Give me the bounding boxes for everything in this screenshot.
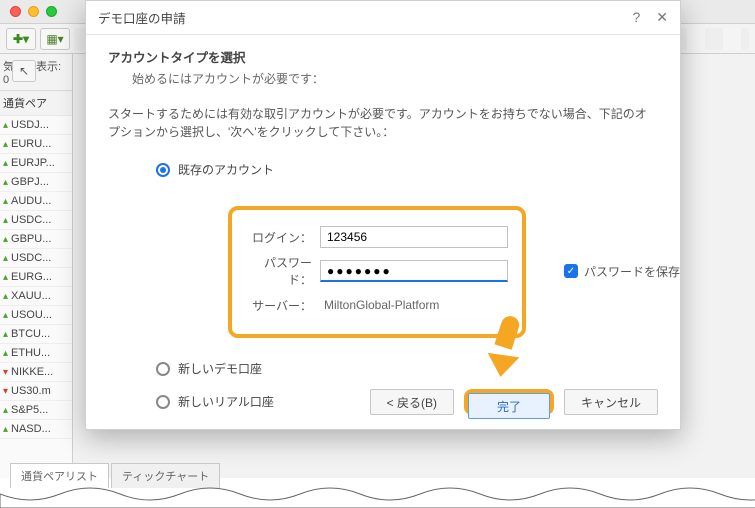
- symbol-row[interactable]: ▴GBPJ...: [0, 173, 72, 192]
- radio-new-demo-label: 新しいデモ口座: [178, 360, 262, 377]
- pair-column-header: 通貨ペア: [0, 91, 72, 116]
- price-direction-icon: ▴: [3, 215, 8, 226]
- price-direction-icon: ▴: [3, 310, 8, 321]
- symbol-name: ETHU...: [11, 347, 50, 359]
- section-subtitle: 始めるにはアカウントが必要です：: [132, 70, 658, 87]
- symbol-row[interactable]: ▴USOU...: [0, 306, 72, 325]
- symbol-name: GBPU...: [11, 233, 51, 245]
- cursor-tool-button[interactable]: ↖: [12, 60, 36, 82]
- symbol-row[interactable]: ▴ETHU...: [0, 344, 72, 363]
- symbol-name: EURJP...: [11, 157, 55, 169]
- tab-pair-list[interactable]: 通貨ペアリスト: [10, 463, 109, 488]
- symbol-name: NIKKE...: [11, 366, 53, 378]
- symbol-row[interactable]: ▴EURG...: [0, 268, 72, 287]
- password-label: パスワード：: [246, 254, 320, 288]
- symbol-row[interactable]: ▴NASD...: [0, 420, 72, 439]
- symbol-name: S&P5...: [11, 404, 48, 416]
- toolbar-button[interactable]: ▦▾: [40, 28, 70, 50]
- symbol-name: NASD...: [11, 423, 51, 435]
- radio-new-real-label: 新しいリアル口座: [178, 393, 274, 410]
- intro-text: スタートするためには有効な取引アカウントが必要です。アカウントをお持ちでない場合…: [108, 105, 658, 141]
- symbol-row[interactable]: ▾US30.m: [0, 382, 72, 401]
- price-direction-icon: ▴: [3, 329, 8, 340]
- symbol-name: US30.m: [11, 385, 51, 397]
- symbol-row[interactable]: ▴XAUU...: [0, 287, 72, 306]
- symbol-name: XAUU...: [11, 290, 51, 302]
- symbol-name: EURG...: [11, 271, 52, 283]
- price-direction-icon: ▴: [3, 272, 8, 283]
- price-direction-icon: ▴: [3, 291, 8, 302]
- price-direction-icon: ▴: [3, 158, 8, 169]
- symbol-row[interactable]: ▴BTCU...: [0, 325, 72, 344]
- traffic-lights: [10, 6, 57, 17]
- symbol-name: EURU...: [11, 138, 51, 150]
- finish-button[interactable]: 完了: [468, 393, 550, 419]
- page-cut-decoration: [0, 486, 755, 508]
- price-direction-icon: ▴: [3, 348, 8, 359]
- arrow-pointer-icon: [480, 315, 520, 377]
- symbol-row[interactable]: ▴EURU...: [0, 135, 72, 154]
- back-button[interactable]: < 戻る(B): [370, 389, 454, 415]
- symbol-row[interactable]: ▴AUDU...: [0, 192, 72, 211]
- radio-existing-account[interactable]: 既存のアカウント: [156, 161, 658, 178]
- radio-existing-label: 既存のアカウント: [178, 161, 274, 178]
- price-direction-icon: ▴: [3, 424, 8, 435]
- toolbar-more-2: [669, 28, 749, 50]
- help-icon[interactable]: ?: [632, 9, 640, 26]
- symbol-row[interactable]: ▴USDJ...: [0, 116, 72, 135]
- demo-account-dialog: デモ口座の申請 ? ✕ アカウントタイプを選択 始めるにはアカウントが必要です：…: [85, 0, 681, 430]
- symbol-row[interactable]: ▾NIKKE...: [0, 363, 72, 382]
- symbol-row[interactable]: ▴USDC...: [0, 249, 72, 268]
- price-direction-icon: ▴: [3, 120, 8, 131]
- cancel-button[interactable]: キャンセル: [564, 389, 658, 415]
- close-window-icon[interactable]: [10, 6, 21, 17]
- price-direction-icon: ▴: [3, 234, 8, 245]
- symbol-name: GBPJ...: [11, 176, 49, 188]
- price-direction-icon: ▴: [3, 177, 8, 188]
- save-password-label: パスワードを保存: [584, 263, 680, 280]
- price-direction-icon: ▴: [3, 196, 8, 207]
- market-watch-tabs: 通貨ペアリスト ティックチャート: [10, 463, 220, 488]
- close-icon[interactable]: ✕: [656, 9, 668, 26]
- symbol-name: AUDU...: [11, 195, 51, 207]
- price-direction-icon: ▴: [3, 139, 8, 150]
- login-input[interactable]: [320, 226, 508, 248]
- server-value: MiltonGlobal-Platform: [320, 294, 508, 316]
- dialog-footer: < 戻る(B) 完了 キャンセル: [370, 389, 658, 415]
- tab-tick-chart[interactable]: ティックチャート: [111, 463, 220, 488]
- radio-new-demo[interactable]: 新しいデモ口座: [156, 360, 658, 377]
- symbol-row[interactable]: ▴USDC...: [0, 211, 72, 230]
- symbol-name: USDC...: [11, 252, 51, 264]
- finish-button-highlight: 完了: [464, 389, 554, 415]
- symbol-row[interactable]: ▴S&P5...: [0, 401, 72, 420]
- price-direction-icon: ▴: [3, 405, 8, 416]
- dialog-titlebar: デモ口座の申請 ? ✕: [86, 1, 680, 35]
- price-direction-icon: ▴: [3, 253, 8, 264]
- symbol-name: USDJ...: [11, 119, 49, 131]
- save-password-checkbox[interactable]: ✓: [564, 264, 578, 278]
- price-direction-icon: ▾: [3, 367, 8, 378]
- symbol-name: USOU...: [11, 309, 52, 321]
- symbol-row[interactable]: ▴GBPU...: [0, 230, 72, 249]
- server-label: サーバー：: [246, 297, 320, 314]
- zoom-window-icon[interactable]: [46, 6, 57, 17]
- market-watch-panel: 気配値表示: 0 通貨ペア ▴USDJ...▴EURU...▴EURJP...▴…: [0, 54, 73, 478]
- symbol-row[interactable]: ▴EURJP...: [0, 154, 72, 173]
- new-chart-button[interactable]: ✚▾: [6, 28, 36, 50]
- dialog-title: デモ口座の申請: [98, 8, 186, 27]
- price-direction-icon: ▾: [3, 386, 8, 397]
- symbol-name: USDC...: [11, 214, 51, 226]
- symbol-name: BTCU...: [11, 328, 50, 340]
- login-label: ログイン：: [246, 229, 320, 246]
- minimize-window-icon[interactable]: [28, 6, 39, 17]
- section-title: アカウントタイプを選択: [108, 47, 658, 66]
- password-input[interactable]: [320, 260, 508, 282]
